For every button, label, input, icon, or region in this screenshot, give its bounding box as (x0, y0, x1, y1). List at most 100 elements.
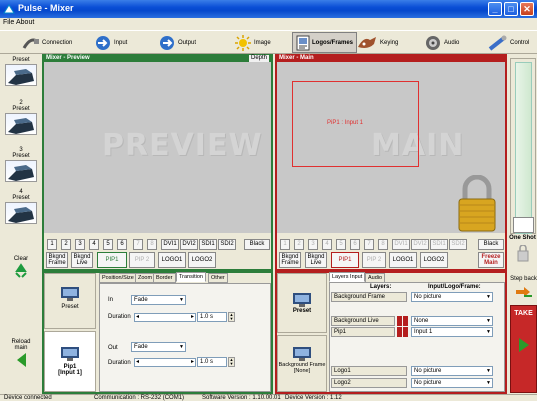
one-shot-label: One Shot (509, 235, 536, 241)
in-transition-select[interactable]: Fade (131, 295, 186, 305)
main-dvi2[interactable]: DVI2 (411, 239, 429, 250)
tab-layers-input[interactable]: Layers Input (329, 272, 366, 282)
freeze-main-button[interactable]: Freeze Main (478, 252, 504, 268)
main-input-2[interactable]: 2 (294, 239, 304, 250)
preview-dvi2[interactable]: DVI2 (180, 239, 198, 250)
clear-button[interactable]: Clear (4, 256, 38, 279)
connection-button[interactable]: Connection (22, 32, 72, 53)
reload-main-button[interactable]: Reload main (4, 333, 38, 374)
main-input-6[interactable]: 6 (350, 239, 360, 250)
title-bar[interactable]: Pulse - Mixer _ □ ✕ (0, 0, 537, 18)
preset-3-button[interactable]: 3 Preset (4, 147, 38, 182)
minimize-button[interactable]: _ (488, 2, 502, 16)
main-input-1[interactable]: 1 (280, 239, 290, 250)
main-black-button[interactable]: Black (478, 239, 504, 250)
main-input-4[interactable]: 4 (322, 239, 332, 250)
background-live-select[interactable]: None (411, 316, 493, 326)
preset-4-button[interactable]: 4 Preset (4, 189, 38, 224)
main-bkgnd-live[interactable]: Bkgnd Live (305, 252, 327, 268)
preview-input-4[interactable]: 4 (89, 239, 99, 250)
preview-input-1[interactable]: 1 (47, 239, 57, 250)
main-logo1[interactable]: LOGO1 (389, 252, 417, 268)
preview-input-6[interactable]: 6 (117, 239, 127, 250)
preview-canvas[interactable]: PREVIEW (44, 62, 271, 233)
preview-bkgnd-frame[interactable]: Bkgnd Frame (46, 252, 68, 268)
out-transition-select[interactable]: Fade (131, 342, 186, 352)
main-input-5[interactable]: 5 (336, 239, 346, 250)
close-button[interactable]: ✕ (520, 2, 534, 16)
preview-input-3[interactable]: 3 (75, 239, 85, 250)
preset-1-button[interactable]: Preset (4, 57, 38, 86)
tab-position-size[interactable]: Position/Size (99, 273, 137, 283)
audio-button[interactable]: Audio (424, 32, 459, 53)
tbar-slider-track[interactable] (515, 62, 532, 234)
software-version: Software Version : 1.10.00.01 (202, 395, 281, 401)
step-back-label: Step back (510, 276, 537, 282)
preview-logo1[interactable]: LOGO1 (158, 252, 186, 268)
control-button[interactable]: Control (488, 32, 529, 53)
preset-2-button[interactable]: 2 Preset (4, 100, 38, 135)
step-back-icon[interactable] (514, 285, 534, 301)
pip-source-button[interactable]: Pip1 [Input 1] (44, 331, 96, 392)
menu-file[interactable]: File (3, 19, 14, 26)
out-duration-input[interactable]: 1.0 s (197, 357, 227, 367)
pip1-input-select[interactable]: Input 1 (411, 327, 493, 337)
preview-sdi1[interactable]: SDI1 (199, 239, 217, 250)
tab-border[interactable]: Border (153, 273, 176, 283)
preview-black-button[interactable]: Black (244, 239, 270, 250)
pip-preset-button[interactable]: Preset (44, 273, 96, 329)
menu-about[interactable]: About (16, 19, 34, 26)
connection-label: Connection (42, 39, 73, 46)
main-canvas[interactable]: MAIN PiP1 : Input 1 (277, 62, 505, 233)
logo1-select[interactable]: No picture (411, 366, 493, 376)
preview-input-8[interactable]: 8 (147, 239, 157, 250)
keying-button[interactable]: Keying (356, 32, 398, 53)
preview-input-2[interactable]: 2 (61, 239, 71, 250)
in-duration-slider[interactable]: ◂ ▸ (134, 313, 196, 322)
input-button[interactable]: Input (94, 32, 127, 53)
logos-frames-button[interactable]: Logos/Frames (292, 32, 358, 53)
output-button[interactable]: Output (158, 32, 196, 53)
main-sdi1[interactable]: SDI1 (430, 239, 448, 250)
main-bkgnd-frame[interactable]: Bkgnd Frame (279, 252, 301, 268)
preview-pip1[interactable]: PIP1 (97, 252, 127, 268)
preview-dvi1[interactable]: DVI1 (161, 239, 179, 250)
preset-1-label: Preset (12, 57, 30, 63)
out-duration-spinner[interactable]: ▲ ▼ (228, 357, 235, 367)
main-input-3[interactable]: 3 (308, 239, 318, 250)
logo2-select[interactable]: No picture (411, 378, 493, 388)
preset-thumbnail-icon (5, 202, 37, 224)
connection-status: Device connected (4, 395, 52, 401)
preview-pip2[interactable]: PIP 2 (129, 252, 155, 268)
main-logo2[interactable]: LOGO2 (420, 252, 448, 268)
one-shot-icon[interactable] (516, 245, 530, 263)
main-pip2[interactable]: PIP 2 (362, 252, 386, 268)
depth-button[interactable]: Depth (248, 55, 269, 62)
tbar-slider-handle[interactable] (513, 217, 534, 233)
in-duration-input[interactable]: 1.0 s (197, 312, 227, 322)
preview-logo2[interactable]: LOGO2 (188, 252, 216, 268)
background-frame-button[interactable]: Background Frame [None] (277, 335, 327, 392)
maximize-button[interactable]: □ (504, 2, 518, 16)
tab-other[interactable]: Other (208, 273, 228, 283)
main-sdi2[interactable]: SDI2 (449, 239, 467, 250)
main-input-7[interactable]: 7 (364, 239, 374, 250)
preview-bkgnd-live[interactable]: Bkgnd Live (71, 252, 93, 268)
preview-sdi2[interactable]: SDI2 (218, 239, 236, 250)
main-dvi1[interactable]: DVI1 (392, 239, 410, 250)
main-input-8[interactable]: 8 (378, 239, 388, 250)
out-duration-slider[interactable]: ◂ ▸ (134, 358, 196, 367)
in-duration-spinner[interactable]: ▲ ▼ (228, 312, 235, 322)
tab-transition[interactable]: Transition (176, 272, 206, 282)
audio-label: Audio (444, 39, 460, 46)
pip1-frame[interactable]: PiP1 : Input 1 (292, 81, 419, 167)
take-button[interactable]: TAKE (510, 305, 537, 393)
in-label: In (108, 297, 114, 303)
main-pip1[interactable]: PIP1 (331, 252, 359, 268)
preview-input-7[interactable]: 7 (133, 239, 143, 250)
image-button[interactable]: Image (234, 32, 271, 53)
preview-input-5[interactable]: 5 (103, 239, 113, 250)
background-frame-select[interactable]: No picture (411, 292, 493, 302)
output-label: Output (178, 39, 197, 46)
main-preset-button[interactable]: Preset (277, 273, 327, 333)
